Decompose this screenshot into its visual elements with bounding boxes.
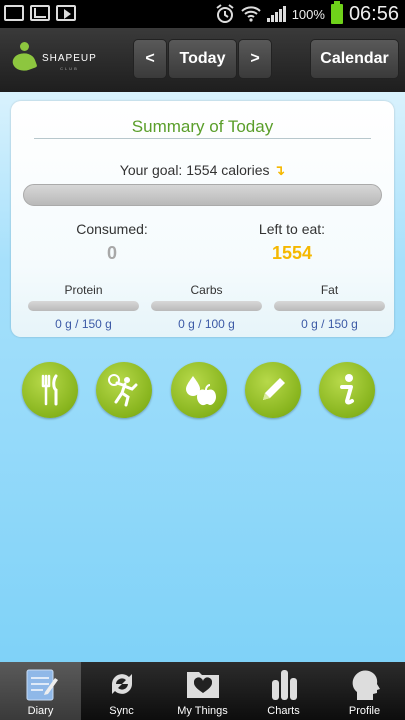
macro-progress-bar [274,301,385,311]
bottom-tab-bar: Diary Sync My Things Charts Profile [0,662,405,720]
bar-chart-icon [271,670,297,700]
macro-value: 0 g / 150 g [55,317,112,331]
macro-carbs: Carbs 0 g / 100 g [151,283,262,331]
heart-folder-icon [186,672,219,698]
profile-head-icon [352,670,380,700]
wifi-icon [240,6,261,22]
tab-diary[interactable]: Diary [0,662,81,720]
macro-value: 0 g / 150 g [301,317,358,331]
goal-arrow-icon[interactable]: ↴ [273,162,285,178]
add-water-fruit-button[interactable] [171,362,227,418]
tab-sync[interactable]: Sync [81,662,162,720]
clock: 06:56 [348,2,399,25]
signal-icon [266,6,286,22]
consumed-label: Consumed: [76,221,148,237]
main-content: Summary of Today Your goal: 1554 calorie… [0,92,405,662]
quick-actions [0,362,405,418]
notification-icons [4,5,76,21]
macro-fat: Fat 0 g / 150 g [274,283,385,331]
macro-progress-bar [28,301,139,311]
calendar-button[interactable]: Calendar [310,39,399,79]
goal-text: Your goal: 1554 calories [119,162,270,178]
tab-profile[interactable]: Profile [324,662,405,720]
macro-label: Protein [64,283,103,297]
logo-figure-icon [10,42,38,76]
summary-title: Summary of Today [131,117,274,136]
gallery-icon [4,5,24,21]
today-button[interactable]: Today [168,39,237,79]
runner-icon [108,374,138,407]
tab-my-things[interactable]: My Things [162,662,243,720]
next-day-button[interactable]: > [238,39,272,79]
shapeup-logo: SHAPEUP CLUB [10,42,97,76]
left-to-eat-value: 1554 [271,243,313,263]
macro-value: 0 g / 100 g [178,317,235,331]
pencil-icon [263,378,285,400]
macro-protein: Protein 0 g / 150 g [28,283,139,331]
info-icon [340,374,354,405]
calorie-progress-bar [23,184,382,206]
battery-percent: 100% [291,6,325,22]
status-bar: 100% 06:56 [0,0,405,28]
play-store-icon [56,5,76,21]
system-icons: 100% 06:56 [215,1,399,26]
alarm-icon [216,4,234,23]
macro-label: Fat [320,283,339,297]
add-exercise-button[interactable] [96,362,152,418]
app-header: SHAPEUP CLUB < Today > Calendar [0,28,405,92]
sync-icon [111,674,132,694]
goal-row[interactable]: Your goal: 1554 calories ↴ [11,162,394,179]
add-food-button[interactable] [22,362,78,418]
info-button[interactable] [319,362,375,418]
summary-card: Summary of Today Your goal: 1554 calorie… [11,101,394,337]
fork-knife-icon [41,374,58,406]
macro-progress-bar [151,301,262,311]
battery-icon [330,1,343,24]
logo-wordmark: SHAPEUP CLUB [42,52,97,71]
left-to-eat-label: Left to eat: [258,221,326,237]
consumed-value: 0 [106,243,117,263]
divider [34,138,371,139]
water-apple-icon [186,376,216,406]
diary-icon [26,669,58,701]
add-note-button[interactable] [245,362,301,418]
tab-charts[interactable]: Charts [243,662,324,720]
macro-label: Carbs [190,283,223,297]
previous-day-button[interactable]: < [133,39,167,79]
mail-icon [30,5,50,21]
